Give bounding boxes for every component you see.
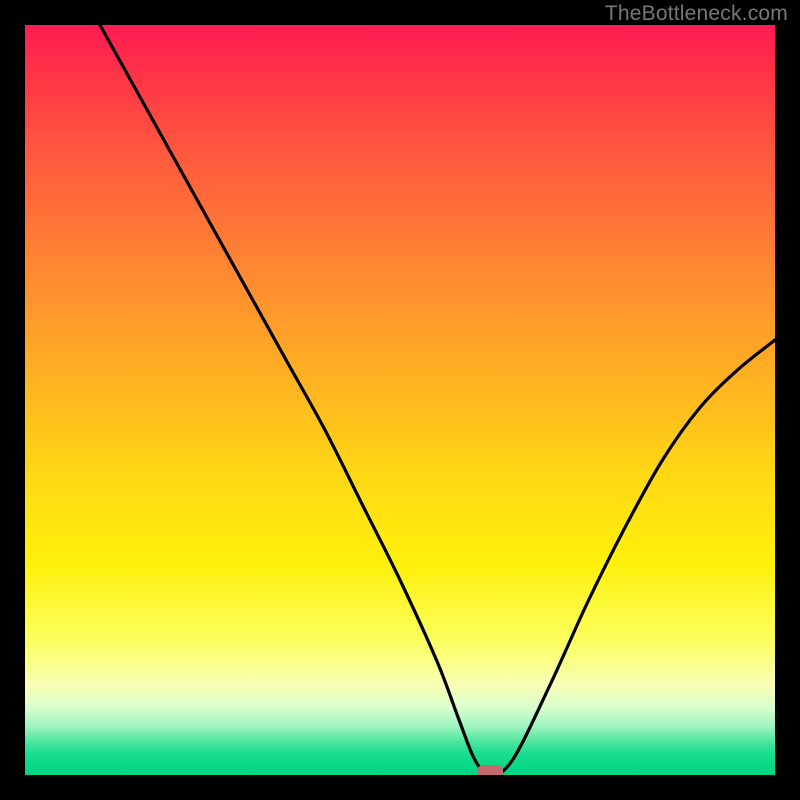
chart-svg: [25, 25, 775, 775]
watermark-text: TheBottleneck.com: [605, 2, 788, 26]
bottleneck-curve: [100, 25, 775, 775]
chart-frame: TheBottleneck.com: [0, 0, 800, 800]
optimal-marker: [477, 765, 503, 775]
plot-area: [25, 25, 775, 775]
